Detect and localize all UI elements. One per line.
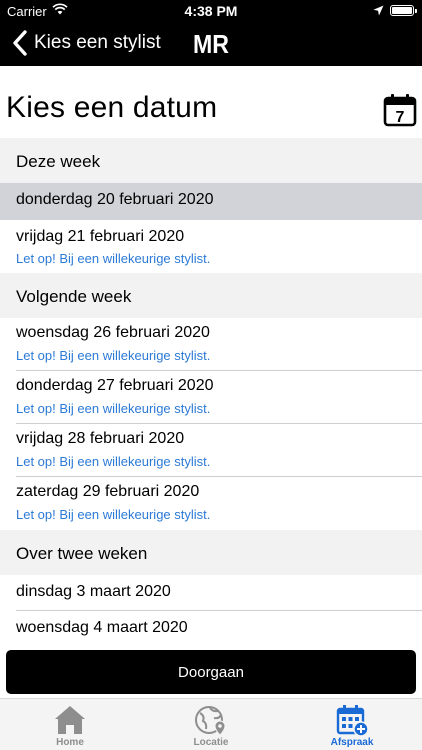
section-header: Over twee weken bbox=[0, 530, 422, 575]
stylist-note: Let op! Bij een willekeurige stylist. bbox=[16, 454, 211, 469]
tab-label: Locatie bbox=[193, 737, 229, 748]
date-label: donderdag 20 februari 2020 bbox=[16, 191, 214, 208]
date-row[interactable]: zaterdag 29 februari 2020 Let op! Bij ee… bbox=[0, 477, 422, 530]
date-row[interactable]: donderdag 27 februari 2020 Let op! Bij e… bbox=[0, 371, 422, 424]
section-title: Over twee weken bbox=[16, 544, 148, 563]
date-row[interactable]: vrijdag 28 februari 2020 Let op! Bij een… bbox=[0, 424, 422, 477]
date-label: dinsdag 3 maart 2020 bbox=[16, 583, 171, 600]
tab-label: Afspraak bbox=[330, 737, 374, 748]
section-title: Volgende week bbox=[16, 287, 132, 306]
date-label: zaterdag 29 februari 2020 bbox=[16, 483, 200, 500]
date-label: donderdag 27 februari 2020 bbox=[16, 377, 214, 394]
svg-text:7: 7 bbox=[396, 109, 405, 126]
stylist-note: Let op! Bij een willekeurige stylist. bbox=[16, 348, 211, 363]
section-header: Deze week bbox=[0, 138, 422, 183]
date-label: vrijdag 21 februari 2020 bbox=[16, 228, 185, 245]
section-header: Volgende week bbox=[0, 273, 422, 318]
calendar-button[interactable]: 7 bbox=[383, 93, 417, 127]
date-row[interactable]: woensdag 4 maart 2020 bbox=[0, 611, 422, 647]
chevron-left-icon bbox=[13, 30, 27, 56]
globe-location-icon bbox=[195, 706, 226, 736]
date-row[interactable]: dinsdag 3 maart 2020 bbox=[0, 575, 422, 611]
continue-button[interactable]: Doorgaan bbox=[6, 650, 416, 694]
page-title: Kies een datum bbox=[6, 91, 218, 124]
svg-text:MR: MR bbox=[193, 29, 229, 59]
date-list: Deze week donderdag 20 februari 2020 vri… bbox=[0, 138, 422, 647]
battery-icon bbox=[390, 5, 417, 16]
date-label: woensdag 4 maart 2020 bbox=[16, 619, 188, 636]
calendar-add-icon bbox=[336, 705, 369, 737]
date-row[interactable]: woensdag 26 februari 2020 Let op! Bij ee… bbox=[0, 318, 422, 371]
date-row[interactable]: donderdag 20 februari 2020 bbox=[0, 183, 422, 220]
date-label: vrijdag 28 februari 2020 bbox=[16, 430, 185, 447]
calendar-icon: 7 bbox=[383, 94, 417, 127]
title-row: Kies een datum 7 bbox=[0, 66, 422, 138]
back-button[interactable]: Kies een stylist bbox=[10, 28, 161, 58]
brand-logo: MR bbox=[193, 29, 229, 59]
tab-appointment[interactable]: Afspraak bbox=[282, 699, 422, 750]
status-bar: Carrier 4:38 PM bbox=[0, 0, 422, 22]
date-label: woensdag 26 februari 2020 bbox=[16, 324, 210, 341]
tab-bar: Home Locatie Afspraak bbox=[0, 698, 422, 750]
top-header: Carrier 4:38 PM Kies een stylist MR bbox=[0, 0, 422, 66]
section-title: Deze week bbox=[16, 152, 101, 171]
tab-home[interactable]: Home bbox=[0, 699, 140, 750]
tab-label: Home bbox=[56, 737, 84, 748]
back-button-label: Kies een stylist bbox=[34, 32, 161, 53]
status-time: 4:38 PM bbox=[184, 3, 238, 19]
home-icon bbox=[55, 706, 85, 734]
tab-location[interactable]: Locatie bbox=[141, 699, 281, 750]
stylist-note: Let op! Bij een willekeurige stylist. bbox=[16, 507, 211, 522]
stylist-note: Let op! Bij een willekeurige stylist. bbox=[16, 251, 211, 266]
date-row[interactable]: vrijdag 21 februari 2020 Let op! Bij een… bbox=[0, 220, 422, 273]
stylist-note: Let op! Bij een willekeurige stylist. bbox=[16, 401, 211, 416]
nav-bar: Kies een stylist MR bbox=[0, 22, 422, 66]
location-arrow-icon bbox=[373, 4, 384, 19]
